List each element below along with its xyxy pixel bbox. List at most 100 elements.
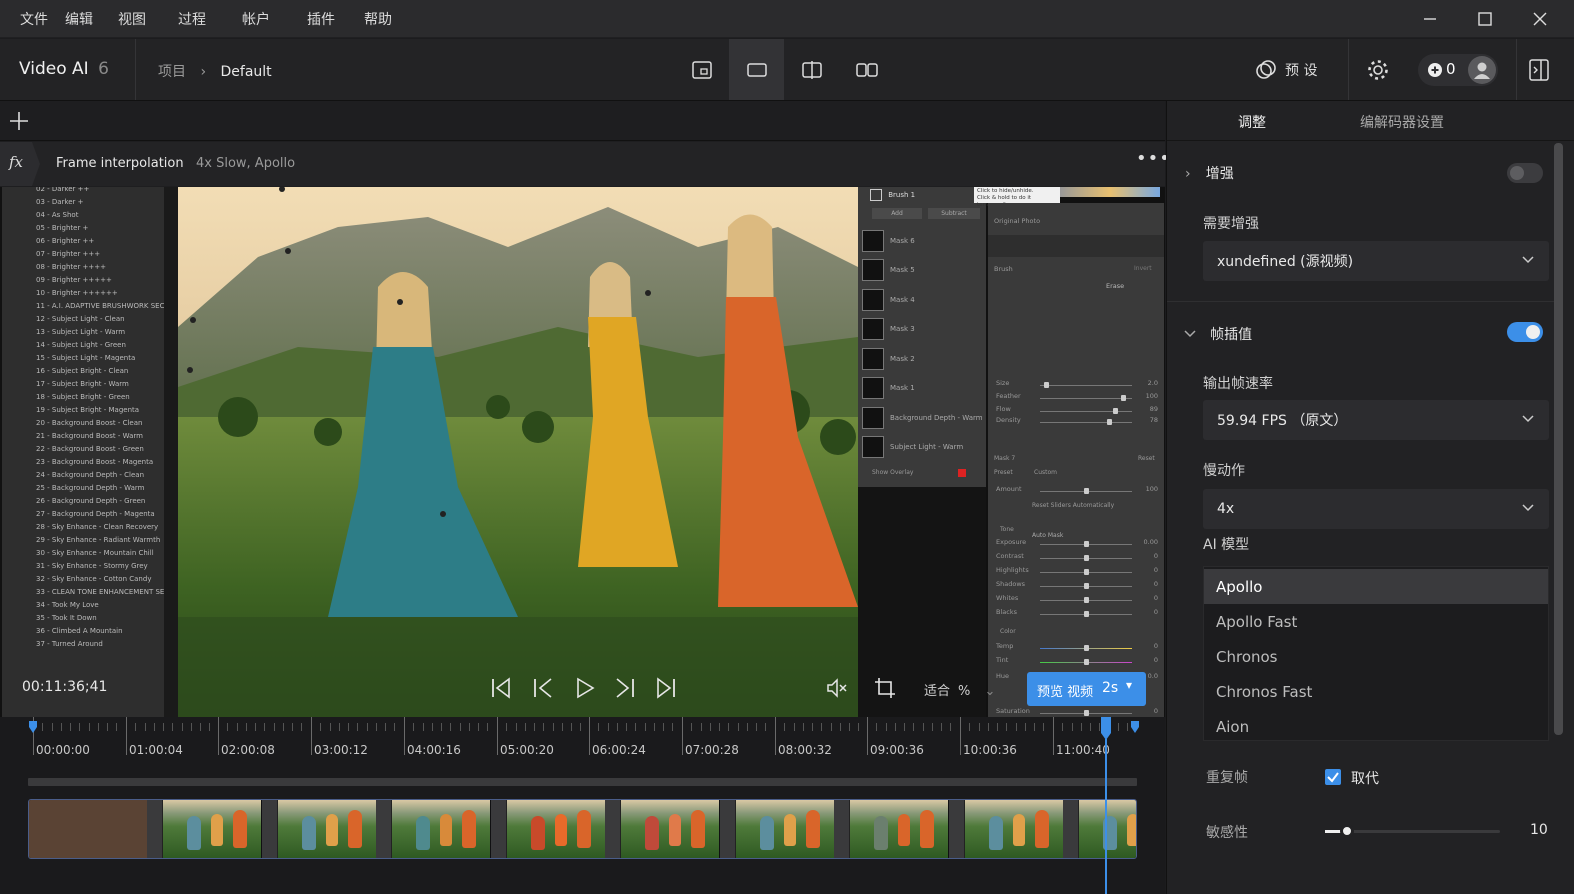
lr-panel-label: Custom (1034, 469, 1057, 476)
timeline-minor-tick (737, 723, 739, 731)
timeline-minor-tick (728, 723, 730, 731)
view-single-button[interactable] (729, 39, 784, 100)
timeline-minor-tick (719, 723, 721, 731)
view-original-button[interactable] (674, 39, 729, 100)
view-side-by-side-button[interactable] (839, 39, 894, 100)
maximize-icon[interactable] (1465, 6, 1505, 32)
timeline-minor-tick (209, 723, 211, 731)
timeline-tick-label: 10:00:36 (963, 743, 1017, 757)
timeline-minor-tick (478, 723, 480, 731)
lr-preset-item: 34 - Took My Love (36, 601, 99, 609)
model-apollo-fast[interactable]: Apollo Fast (1204, 604, 1548, 639)
filmstrip-frame (834, 800, 948, 858)
lr-slider-blacks: Blacks 0 (996, 608, 1158, 617)
chevron-down-icon (1522, 256, 1534, 264)
timeline-minor-tick (849, 723, 851, 731)
menu-view[interactable]: 视图 (118, 9, 146, 29)
skip-to-start-icon[interactable] (490, 676, 512, 704)
enhance-toggle[interactable] (1507, 163, 1543, 183)
out-point-marker[interactable] (1131, 718, 1139, 737)
lr-preset-item: 07 - Brighter +++ (36, 250, 101, 258)
preview-label: 预览 视频 (1037, 685, 1094, 700)
settings-gear-icon[interactable] (1366, 58, 1390, 86)
sensitivity-slider-thumb[interactable] (1340, 824, 1354, 838)
chevron-down-icon: ⌄ (984, 684, 996, 699)
timeline[interactable]: 00:00:00 01:00:04 02:00:08 03:00:12 04:00:16… (0, 717, 1165, 894)
avatar[interactable] (1468, 56, 1496, 84)
fps-dropdown[interactable]: 59.94 FPS （原文） (1203, 400, 1549, 440)
tab-adjust[interactable]: 调整 (1238, 112, 1266, 132)
timeline-minor-tick (571, 723, 573, 731)
enhance-section-header[interactable]: › 增强 (1185, 163, 1234, 183)
menu-edit[interactable]: 编辑 (65, 9, 93, 29)
timeline-minor-tick (543, 723, 545, 731)
lr-preset-item: 14 - Subject Light - Green (36, 341, 126, 349)
credits-badge[interactable]: 0 (1418, 54, 1498, 86)
interp-toggle[interactable] (1507, 322, 1543, 342)
required-enhance-dropdown[interactable]: xundefined (源视频) (1203, 241, 1549, 281)
filmstrip-frame (948, 800, 1063, 858)
split-view-icon (801, 60, 822, 79)
fx-tab[interactable]: 𝑓x (0, 142, 40, 186)
timeline-minor-tick (561, 723, 563, 731)
lr-panel-label: Preset (994, 469, 1013, 476)
timeline-minor-tick (784, 723, 786, 731)
timeline-major-tick (589, 717, 590, 755)
mute-icon[interactable] (826, 677, 848, 703)
play-icon[interactable] (574, 676, 596, 704)
lr-slider-density: Density 78 (996, 416, 1158, 425)
model-aion[interactable]: Aion (1204, 709, 1548, 744)
menu-plugins[interactable]: 插件 (307, 9, 335, 29)
panel-scrollbar[interactable] (1554, 143, 1563, 735)
interp-section-header[interactable]: 帧插值 (1183, 323, 1252, 344)
timeline-tick-label: 04:00:16 (407, 743, 461, 757)
menu-file[interactable]: 文件 (20, 9, 48, 29)
breadcrumb-root[interactable]: 项目 (158, 64, 186, 80)
side-by-side-icon (855, 62, 878, 77)
lr-mask-item: Mask 1 (858, 374, 986, 403)
playhead-line (1105, 739, 1107, 894)
menu-account[interactable]: 帐户 (242, 9, 270, 29)
model-apollo[interactable]: Apollo (1204, 569, 1548, 604)
playhead-handle[interactable] (1100, 717, 1112, 741)
step-back-icon[interactable] (532, 676, 554, 704)
video-preview[interactable]: 02 - Darker ++ 03 - Darker + 04 - As Shot 0… (0, 187, 1165, 758)
replace-checkbox[interactable] (1325, 769, 1341, 785)
timeline-minor-tick (858, 723, 860, 731)
timeline-ruler[interactable]: 00:00:00 01:00:04 02:00:08 03:00:12 04:00:16… (28, 717, 1138, 757)
step-forward-icon[interactable] (614, 676, 636, 704)
chevron-down-icon (1522, 415, 1534, 423)
minimize-icon[interactable] (1410, 6, 1450, 32)
slowmo-dropdown[interactable]: 4x (1203, 489, 1549, 529)
presets-button[interactable]: 预 设 (1255, 59, 1317, 81)
timeline-scrollbar[interactable] (28, 778, 1137, 786)
plus-icon[interactable] (10, 112, 28, 130)
toggle-panel-icon[interactable] (1529, 59, 1549, 85)
timeline-minor-tick (931, 723, 933, 731)
in-point-marker[interactable] (29, 718, 37, 737)
close-icon[interactable] (1520, 6, 1560, 32)
tab-codec-settings[interactable]: 编解码器设置 (1360, 112, 1444, 132)
lr-preset-item: 04 - As Shot (36, 211, 79, 219)
lr-preset-item: 17 - Subject Bright - Warm (36, 380, 129, 388)
view-split-button[interactable] (784, 39, 839, 100)
zoom-fit-select[interactable]: 适合% ⌄ (924, 680, 995, 699)
timeline-minor-tick (264, 723, 266, 731)
preview-button[interactable]: 预览 视频 2s ▾ (1027, 672, 1146, 706)
model-chronos-fast[interactable]: Chronos Fast (1204, 674, 1548, 709)
timeline-minor-tick (282, 723, 284, 731)
timeline-minor-tick (793, 723, 795, 731)
model-chronos[interactable]: Chronos (1204, 639, 1548, 674)
menu-help[interactable]: 帮助 (364, 9, 392, 29)
ai-model-list[interactable]: Apollo Apollo Fast Chronos Chronos Fast … (1203, 566, 1549, 741)
filmstrip[interactable] (28, 799, 1137, 859)
skip-to-end-icon[interactable] (655, 676, 677, 704)
chevron-right-icon: › (200, 64, 207, 80)
menu-process[interactable]: 过程 (178, 9, 206, 29)
timeline-minor-tick (153, 723, 155, 731)
timeline-minor-tick (756, 723, 758, 731)
fx-icon: 𝑓x (9, 153, 24, 171)
crop-icon[interactable] (874, 677, 896, 703)
sensitivity-slider[interactable] (1325, 824, 1500, 838)
timeline-major-tick (960, 717, 961, 755)
